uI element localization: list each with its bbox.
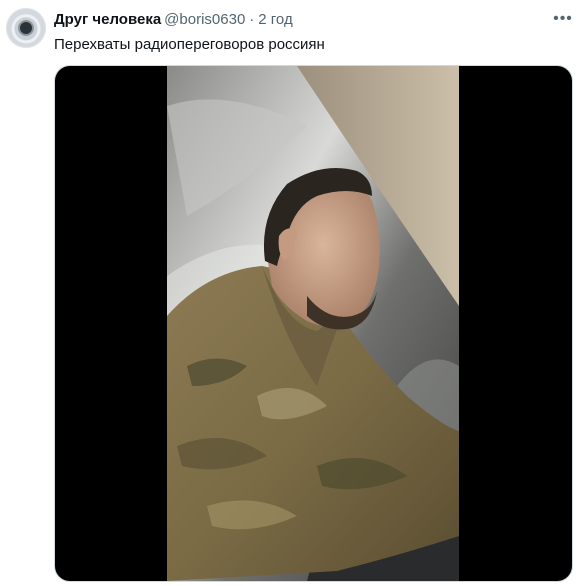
author-name[interactable]: Друг человека [54, 11, 161, 28]
video-media[interactable] [54, 65, 573, 582]
tweet-header: Друг человека @boris0630 · 2 год [54, 11, 293, 29]
video-still-image [167, 66, 459, 581]
tweet-text: Перехваты радиопереговоров россиян [54, 36, 325, 53]
video-frame [167, 66, 459, 581]
avatar[interactable] [6, 8, 46, 48]
separator: · [249, 11, 255, 28]
author-handle[interactable]: @boris0630 [164, 11, 245, 28]
timestamp[interactable]: 2 год [258, 11, 292, 28]
tweet[interactable]: Друг человека @boris0630 · 2 год ••• Перехв… [0, 0, 584, 586]
more-horizontal-icon[interactable]: ••• [551, 7, 575, 31]
